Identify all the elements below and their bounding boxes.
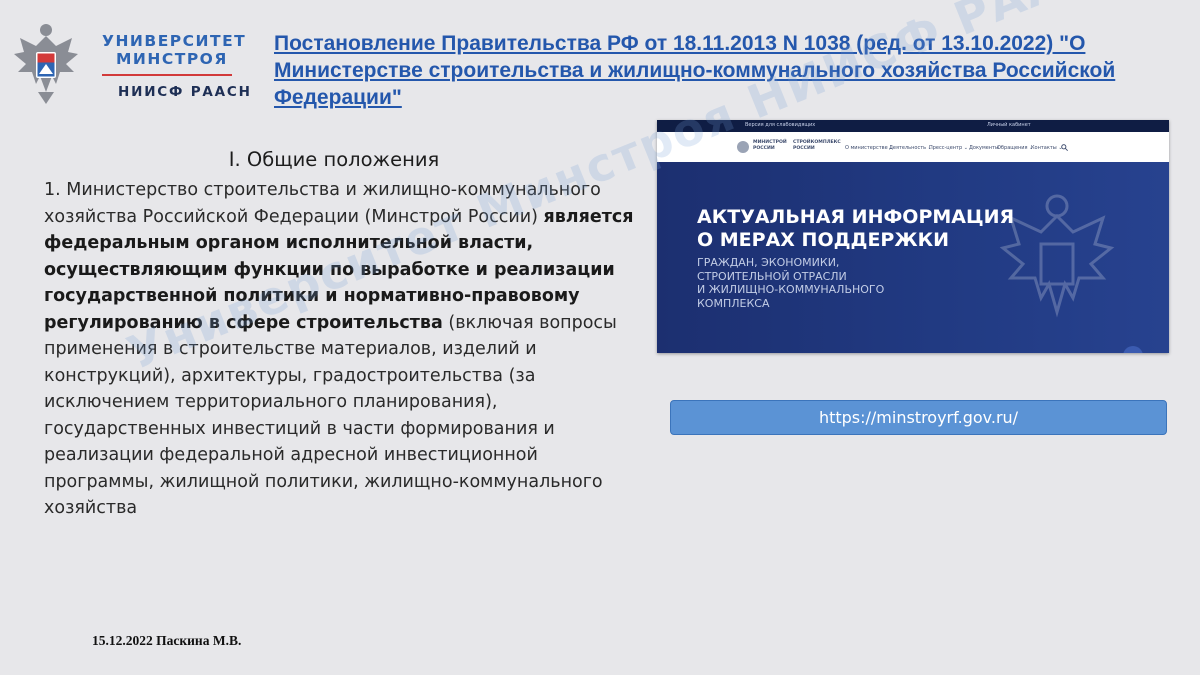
site-menu-3: Пресс-центр ⌄ [929,145,968,151]
site-nav: МИНИСТРОЙ РОССИИ СТРОЙКОМПЛЕКС РОССИИ О … [657,132,1169,162]
accessibility-link: Версия для слабовидящих [745,122,816,128]
logo-text-line1: УНИВЕРСИТЕТ [102,32,247,50]
university-logo: УНИВЕРСИТЕТ МИНСТРОЯ НИИСФ РААСН [10,22,250,112]
site-topbar: Версия для слабовидящих Личный кабинет [657,120,1169,132]
section-title: I. Общие положения [228,148,440,171]
site-menu-6: Контакты ⌄ [1031,145,1063,151]
hero-sub-2: СТРОИТЕЛЬНОЙ ОТРАСЛИ [697,269,847,283]
site-emblem-icon [737,141,749,153]
site-menu-4: Документы [969,145,999,151]
hero-headline-1: АКТУАЛЬНАЯ ИНФОРМАЦИЯ [697,206,1015,228]
site-brand-1: МИНИСТРОЙ РОССИИ [753,140,787,151]
hero-headline: АКТУАЛЬНАЯ ИНФОРМАЦИЯ О МЕРАХ ПОДДЕРЖКИ [697,206,1014,252]
site-menu-1: О министерстве ⌄ [845,145,894,151]
account-link: Личный кабинет [987,122,1031,128]
para-start: 1. Министерство строительства и жилищно-… [44,180,601,227]
logo-text-line2: МИНСТРОЯ [116,50,228,68]
site-search-icon [1061,144,1068,151]
para-end: (включая вопросы применения в строительс… [44,312,617,519]
hero-headline-2: О МЕРАХ ПОДДЕРЖКИ [697,229,950,251]
site-menu-5: Обращения ⌄ [997,145,1034,151]
site-hero: АКТУАЛЬНАЯ ИНФОРМАЦИЯ О МЕРАХ ПОДДЕРЖКИ … [657,162,1169,353]
regulation-link[interactable]: Постановление Правительства РФ от 18.11.… [274,30,1164,111]
logo-text-line3: НИИСФ РААСН [118,84,252,100]
footer-date-author: 15.12.2022 Паскина М.В. [92,633,242,648]
double-headed-eagle-icon [14,24,78,104]
hero-sub-3: И ЖИЛИЩНО-КОММУНАЛЬНОГО [697,283,885,296]
logo-divider [102,74,232,76]
site-menu-2: Деятельность ⌄ [889,145,932,151]
hero-sub-1: ГРАЖДАН, ЭКОНОМИКИ, [697,256,840,269]
hero-sub-4: КОМПЛЕКСА [697,296,770,310]
site-brand-2: СТРОЙКОМПЛЕКС РОССИИ [793,140,841,151]
body-paragraph: 1. Министерство строительства и жилищно-… [44,177,634,522]
hero-subtitle: ГРАЖДАН, ЭКОНОМИКИ, СТРОИТЕЛЬНОЙ ОТРАСЛИ… [697,256,884,310]
website-screenshot: Версия для слабовидящих Личный кабинет М… [657,120,1169,353]
website-url-button[interactable]: https://minstroyrf.gov.ru/ [670,400,1167,435]
eagle-watermark-icon [999,194,1115,318]
